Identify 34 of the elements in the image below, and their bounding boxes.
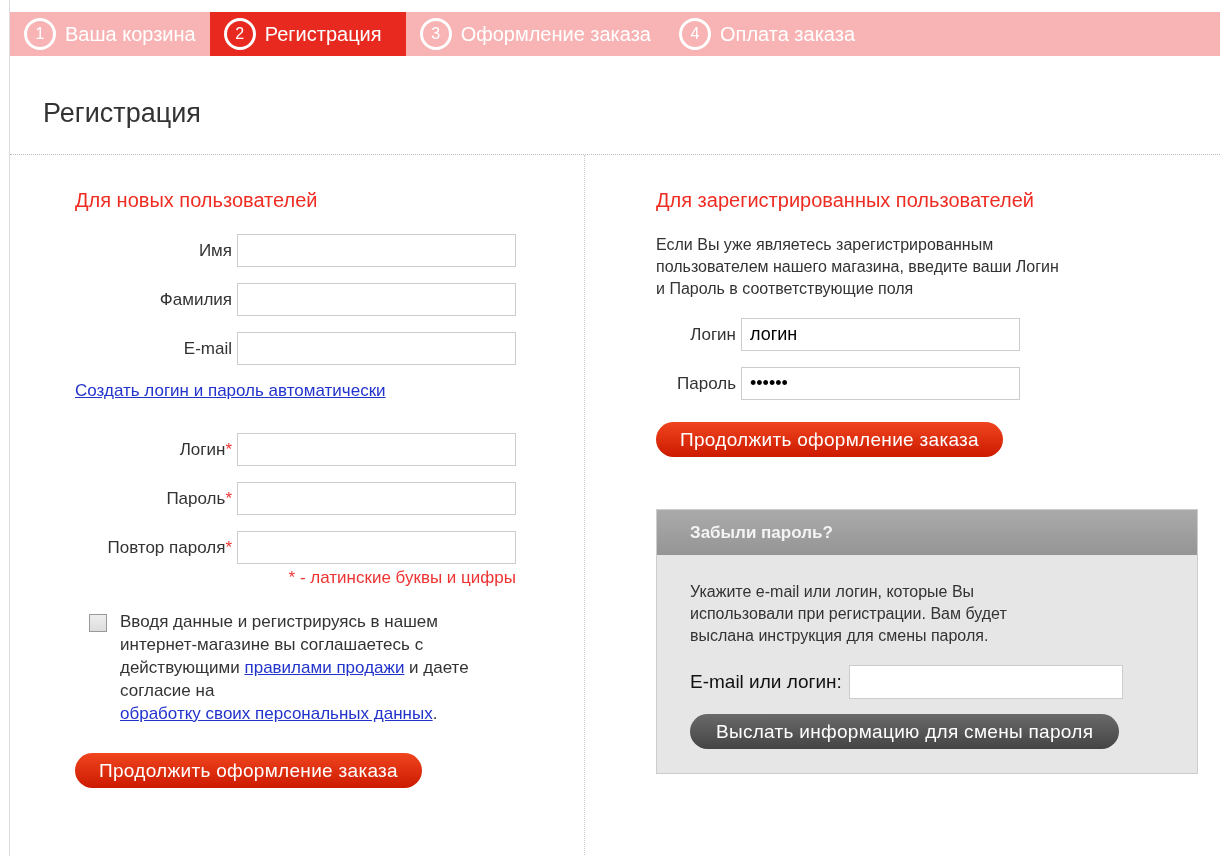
send-button[interactable]: Выслать информацию для смены пароля [690, 714, 1120, 749]
field-note: * - латинские буквы и цифры [287, 568, 516, 588]
password-field[interactable]: •••••• [741, 367, 1020, 400]
section-title: Для новых пользователей [75, 189, 319, 212]
step-tab[interactable]: 2 Регистрация [209, 12, 406, 56]
field-label: Имя [197, 240, 233, 261]
input-field[interactable]: логин [741, 318, 1020, 351]
input-field[interactable] [237, 234, 516, 267]
continue-button[interactable]: Продолжить оформление заказа [656, 422, 1003, 457]
page-title: Регистрация [10, 56, 1220, 155]
input-field[interactable] [237, 433, 516, 466]
field-label: Пароль [676, 373, 737, 394]
field-label: Повтор пароля* [106, 537, 233, 558]
field-label: E-mail или логин: [690, 671, 842, 693]
consent-checkbox[interactable] [89, 614, 107, 632]
field-label: Фамилия [158, 289, 233, 310]
continue-button[interactable]: Продолжить оформление заказа [75, 753, 422, 788]
auto-credentials-link[interactable]: Создать логин и пароль автоматически [75, 381, 386, 400]
consent-text: Вводя данные и регистрируясь в нашем интернет-магазине вы соглашаетесь с действующими правилами продажи и даете согласие на обработку своих персональных данных. [120, 611, 470, 725]
input-field[interactable] [237, 482, 516, 515]
field-label: E-mail [182, 338, 233, 359]
field-label: Логин [689, 324, 737, 345]
panel-header: Забыли пароль? [657, 510, 1197, 555]
panel-text: Укажите e-mail или логин, которые Вы использовали при регистрации. Вам будет выслана инструкция для смены пароля. [690, 582, 1008, 646]
intro-text: Если Вы уже являетесь зарегистрированным пользователем нашего магазина, введите ваши Логин и Пароль в соответствующие поля [656, 235, 1060, 299]
consent-link[interactable]: правилами продажи [244, 658, 405, 677]
input-field[interactable] [237, 283, 516, 316]
input-field[interactable] [848, 665, 1123, 699]
consent-link[interactable]: обработку своих персональных данных [120, 704, 433, 723]
field-label: Пароль* [165, 488, 233, 509]
field-label: Логин* [178, 439, 233, 460]
section-title: Для зарегистрированных пользователей [656, 189, 1035, 212]
input-field[interactable] [237, 531, 516, 564]
input-field[interactable] [237, 332, 516, 365]
